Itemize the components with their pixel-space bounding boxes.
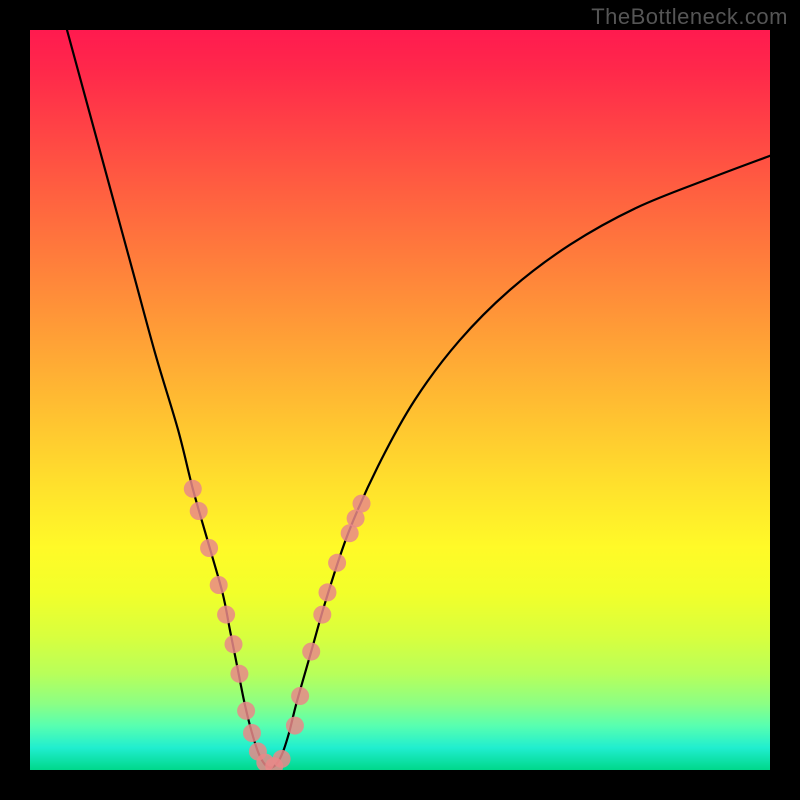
marker-point xyxy=(184,480,202,498)
marker-point xyxy=(302,643,320,661)
marker-point xyxy=(225,635,243,653)
marker-point xyxy=(217,606,235,624)
chart-frame: TheBottleneck.com xyxy=(0,0,800,800)
plot-area xyxy=(30,30,770,770)
marker-point xyxy=(237,702,255,720)
marker-point xyxy=(291,687,309,705)
marker-point xyxy=(313,606,331,624)
marker-point xyxy=(286,717,304,735)
marker-point xyxy=(318,583,336,601)
marker-point xyxy=(210,576,228,594)
marker-point xyxy=(328,554,346,572)
bottleneck-curve xyxy=(67,30,770,768)
highlight-markers xyxy=(184,480,371,770)
marker-point xyxy=(243,724,261,742)
marker-point xyxy=(230,665,248,683)
marker-point xyxy=(273,750,291,768)
marker-point xyxy=(190,502,208,520)
marker-point xyxy=(200,539,218,557)
curve-layer xyxy=(30,30,770,770)
marker-point xyxy=(353,495,371,513)
watermark-text: TheBottleneck.com xyxy=(591,4,788,30)
